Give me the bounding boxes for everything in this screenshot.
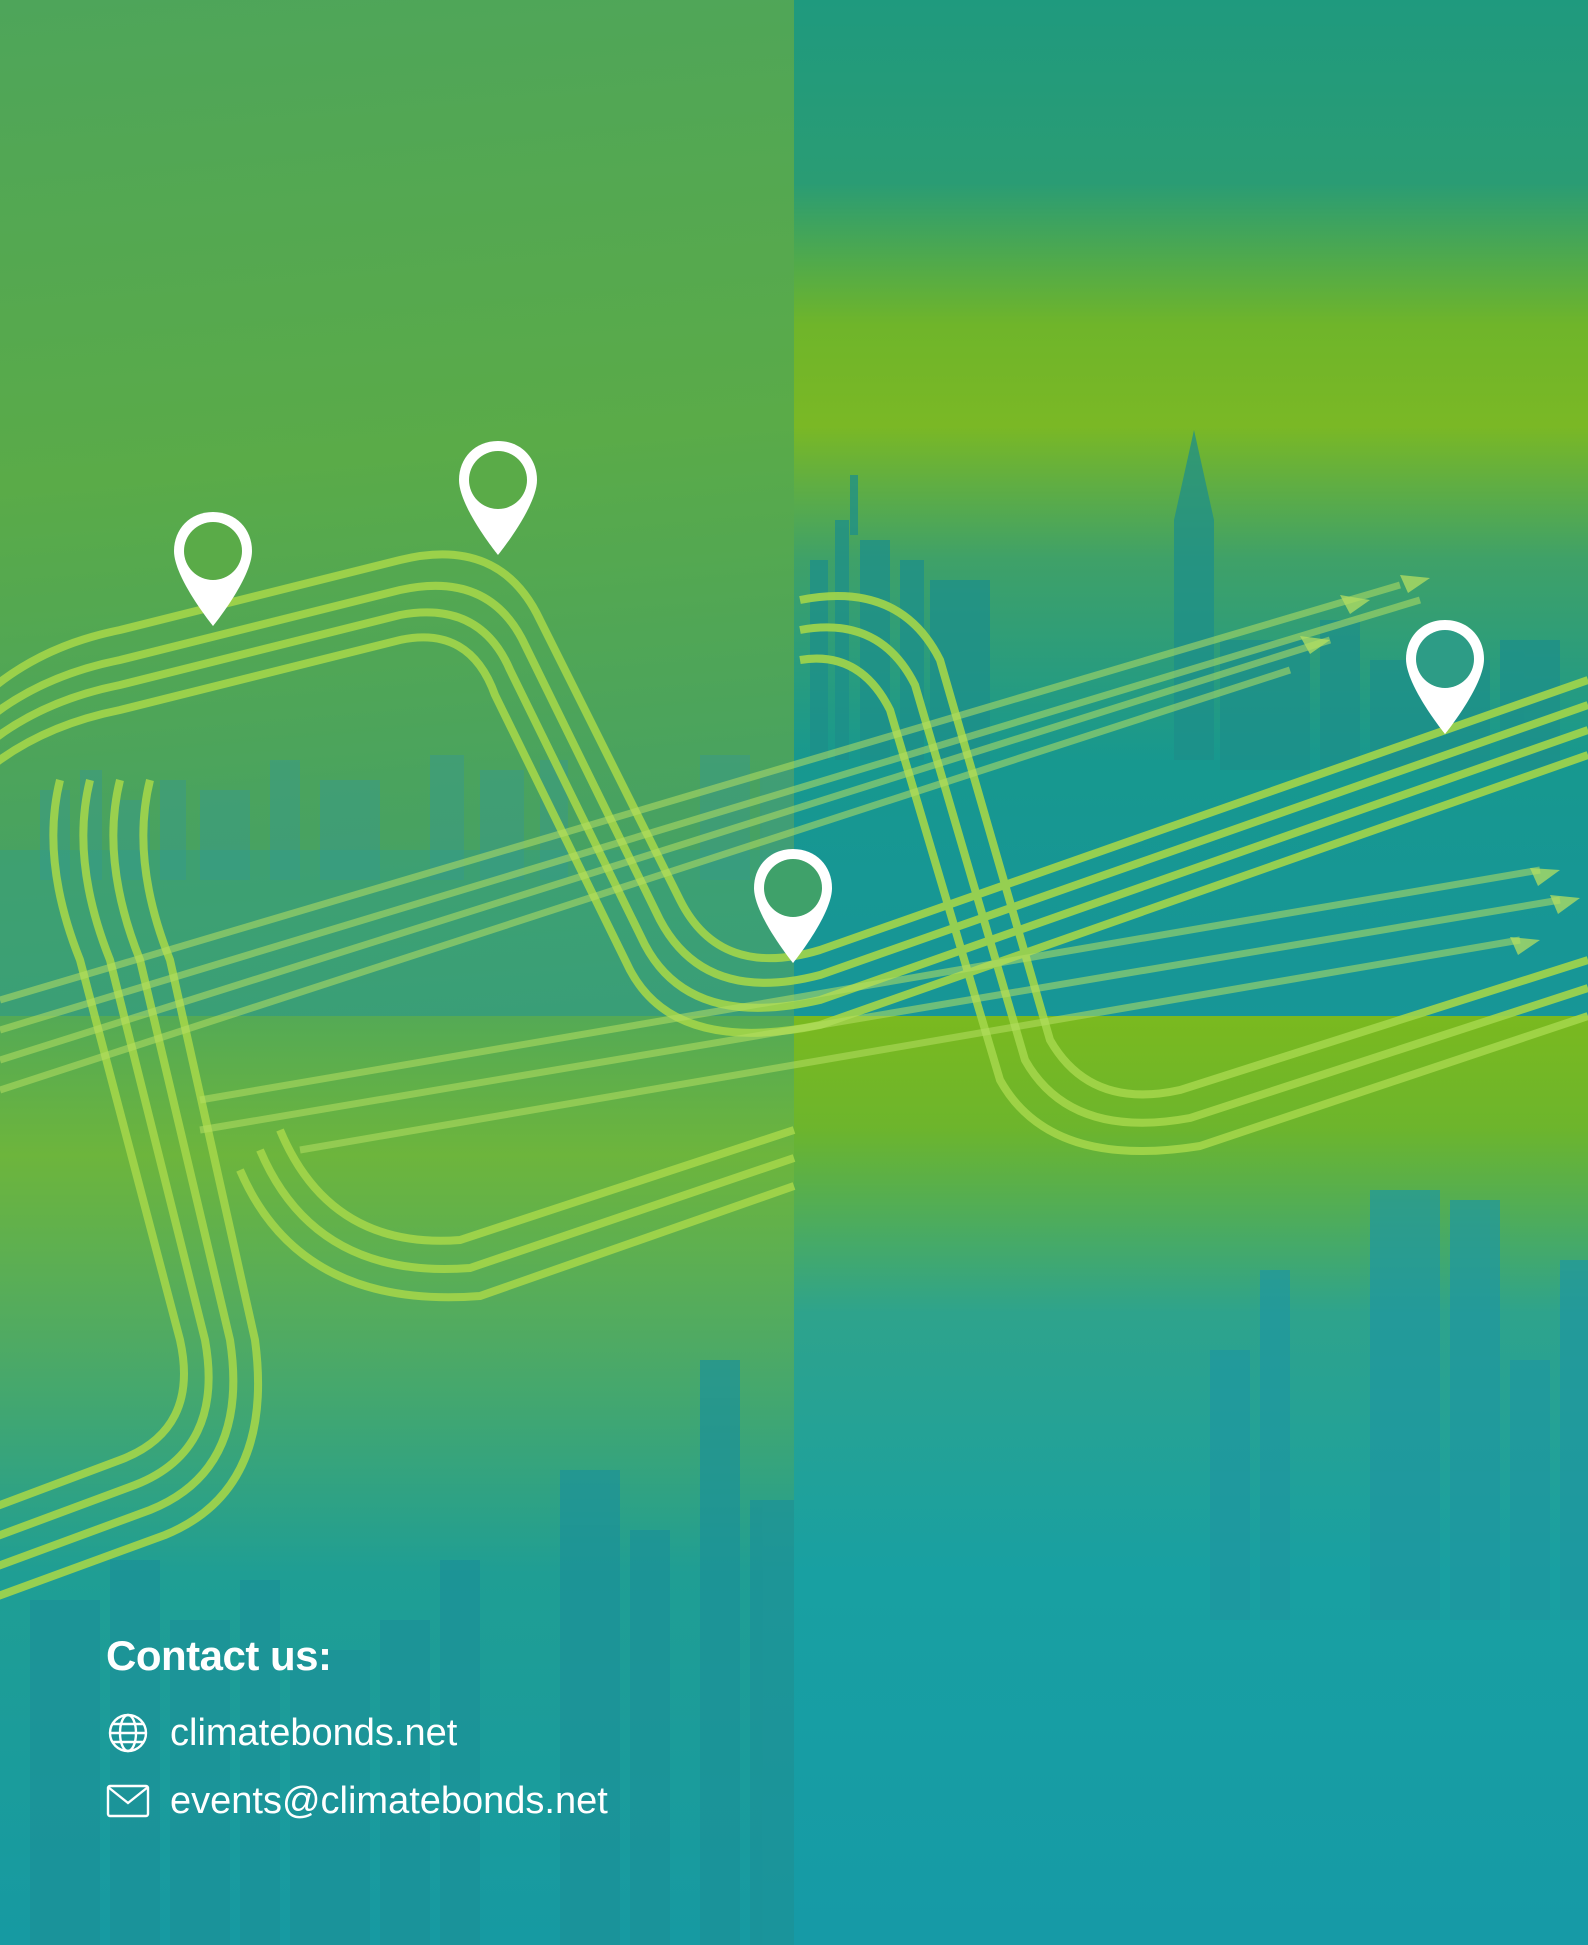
email-row[interactable]: events@climatebonds.net — [106, 1778, 608, 1824]
map-pin-icon — [754, 849, 832, 963]
website-link[interactable]: climatebonds.net — [170, 1712, 457, 1755]
contact-section: Contact us: climatebonds.net events@clim… — [106, 1632, 608, 1846]
globe-icon — [106, 1711, 150, 1755]
website-row[interactable]: climatebonds.net — [106, 1710, 608, 1756]
contact-title: Contact us: — [106, 1632, 332, 1679]
map-pin-icon — [174, 512, 252, 626]
map-pin-icon — [459, 441, 537, 555]
map-pin-icon — [1406, 620, 1484, 734]
envelope-icon — [106, 1779, 150, 1823]
email-link[interactable]: events@climatebonds.net — [170, 1780, 608, 1823]
